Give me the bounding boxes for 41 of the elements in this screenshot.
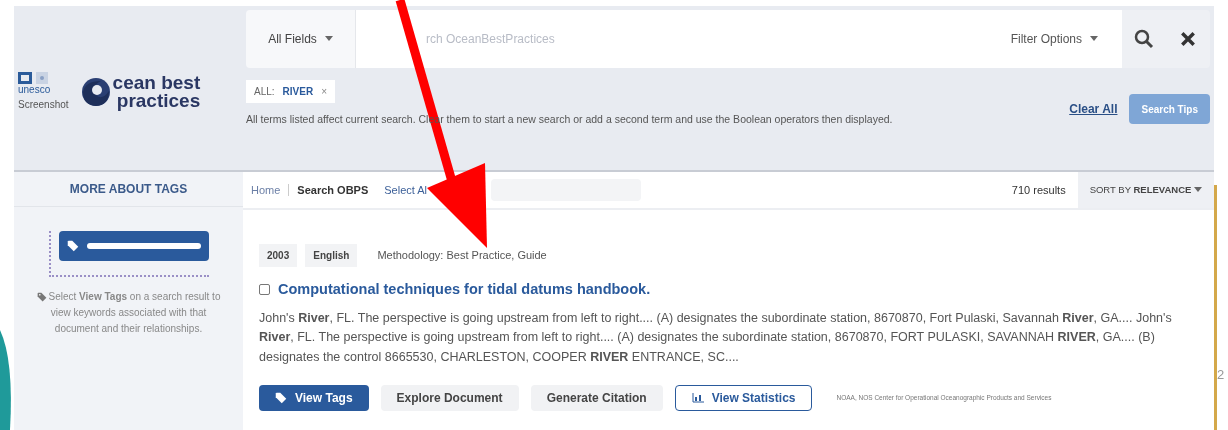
close-icon [1180, 31, 1196, 47]
view-tags-button[interactable]: View Tags [259, 385, 369, 412]
statistics-button[interactable]: View Statistics [674, 385, 813, 412]
breadcrumb-link[interactable]: Search OBPS [297, 181, 369, 199]
result-badge: 2003 [259, 244, 298, 267]
field-dropdown[interactable]: All Fields [246, 10, 356, 68]
result-snippet: John's River, FL. The perspective is going upstream from left to right.... (A) designates the subordinate station, 8670870, Fort Pulaski, Savannah River, GA.... John's River, FL. The perspective is going upstream from left to right.... (A) designates the subordinate station, 8670870, FORT PULASKI, SAVANNAH RIVER, GA.... (B) designates the control 8665530, CHARLESTON, COOPER RIVER ENTRANCE, SC.... [259, 309, 1173, 366]
caret-icon [324, 35, 333, 43]
logo-text: cean best [112, 74, 201, 92]
result-title-link[interactable]: Computational techniques for tidal datums handbook. [278, 279, 651, 301]
sidebar-help-text: Select View Tags on a search result to view keywords associated with that document and their relationships. [28, 289, 229, 337]
unesco-logo: unesco [18, 72, 69, 97]
close-button[interactable] [1166, 10, 1210, 68]
term-field: ALL: [254, 84, 275, 99]
wave-logo-icon [80, 77, 111, 107]
select-all-link[interactable]: Select Al [384, 181, 428, 199]
methodology-text: Methodology: Best Practice, Guide [377, 248, 547, 264]
tag-icon [36, 292, 47, 303]
search-field[interactable]: rch OceanBestPractices [356, 10, 987, 68]
emblem-icon [36, 72, 48, 85]
sort-dropdown[interactable]: SORT BY RELEVANCE [1077, 172, 1214, 208]
search-button[interactable] [1122, 10, 1166, 68]
action-button[interactable]: Generate Citation [530, 385, 663, 412]
caption-text: Screenshot [18, 97, 69, 112]
term-value: RIVER [282, 85, 314, 99]
tag-icon [275, 392, 287, 405]
remove-term-button[interactable]: × [321, 84, 327, 99]
action-button[interactable]: Explore Document [380, 385, 519, 412]
results-count: 710 results [1011, 182, 1066, 198]
filter-dropdown[interactable]: Filter Options [986, 10, 1122, 68]
search-icon [1134, 29, 1154, 49]
bar-chart-icon [691, 392, 704, 405]
sidebar-title: MORE ABOUT TAGS [14, 172, 243, 207]
result-checkbox[interactable] [259, 284, 270, 296]
result-badge: English [305, 244, 358, 267]
logo-text: practices [115, 92, 201, 110]
tag-icon [66, 240, 79, 252]
caret-icon [1090, 35, 1098, 43]
breadcrumb-link[interactable]: Home [251, 181, 281, 199]
clear-all-link[interactable]: Clear All [1069, 100, 1118, 118]
slide-number: 2 [1217, 366, 1225, 384]
